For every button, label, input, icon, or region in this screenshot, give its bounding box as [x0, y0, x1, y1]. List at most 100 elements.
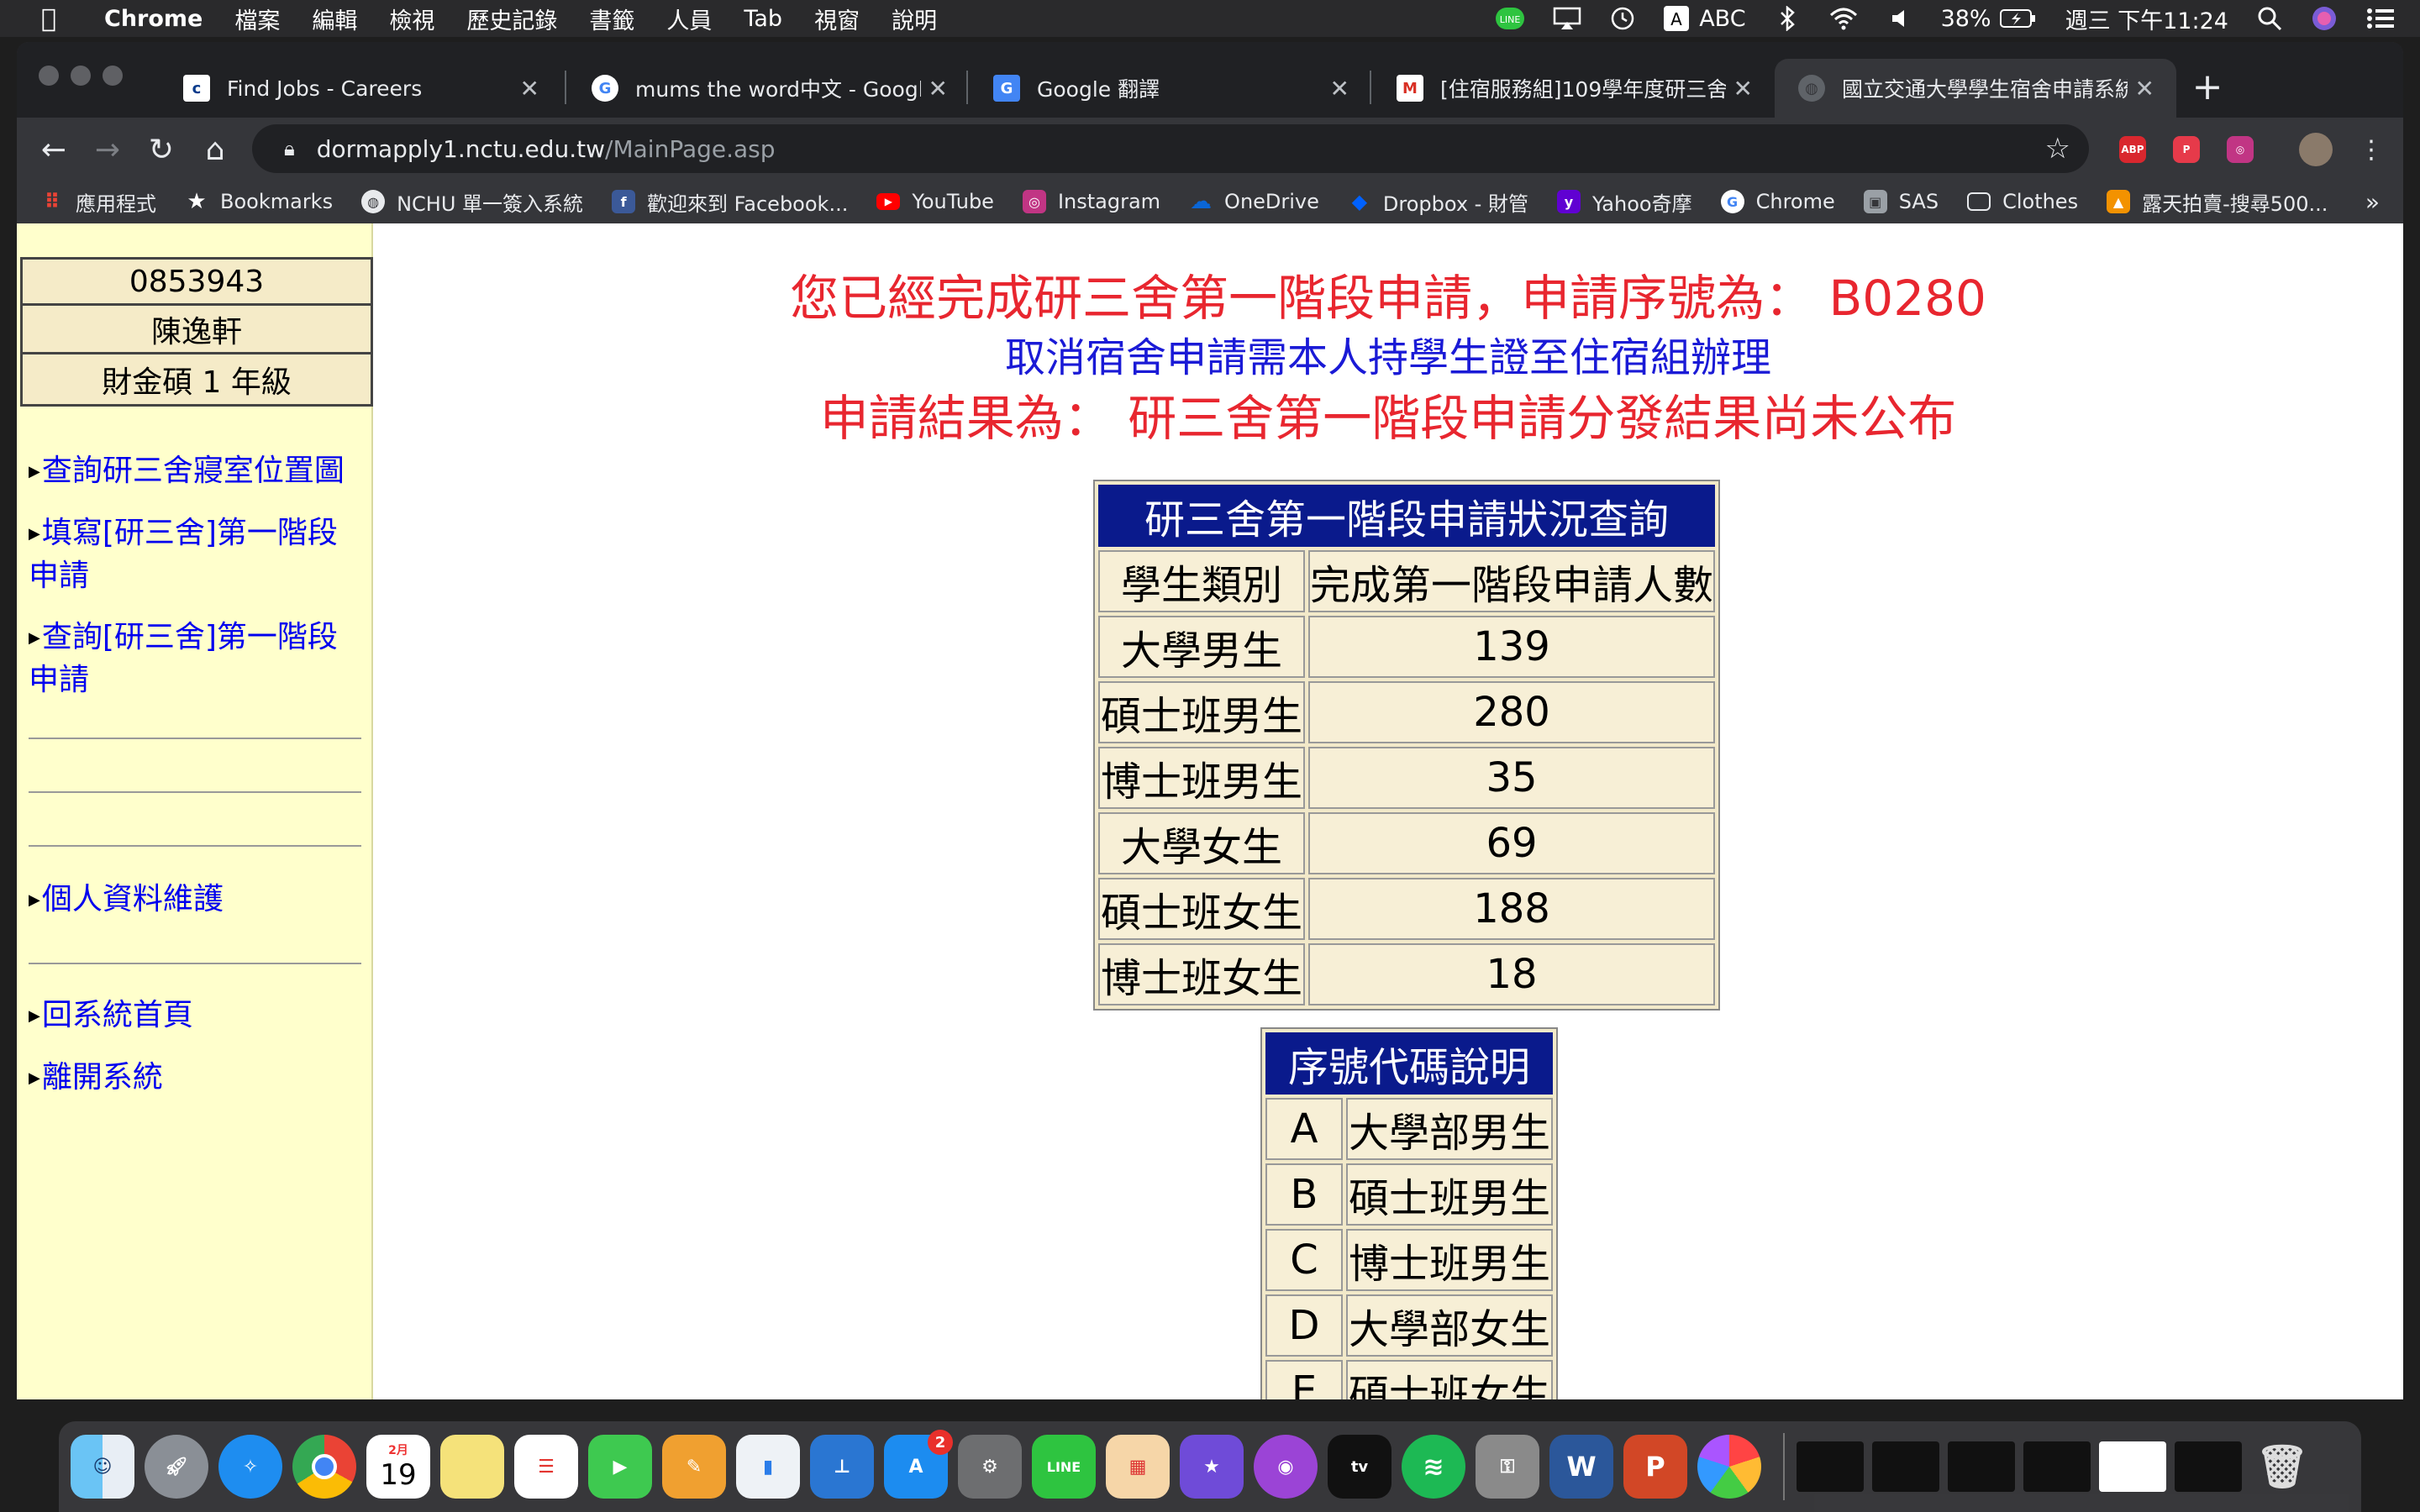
- window-minimize-button[interactable]: [71, 66, 91, 86]
- word-icon[interactable]: W: [1549, 1435, 1613, 1499]
- airplay-icon[interactable]: [1553, 6, 1581, 31]
- line-app-icon[interactable]: LINE: [1032, 1435, 1096, 1499]
- chrome-menu-icon[interactable]: ⋮: [2351, 129, 2391, 170]
- tab-close-icon[interactable]: ✕: [1733, 75, 1753, 102]
- adblock-plus-icon[interactable]: ABP: [2119, 136, 2146, 163]
- bookmark-dropbox[interactable]: ◆ Dropbox - 財管: [1348, 187, 1528, 217]
- link-logout[interactable]: ▶離開系統: [29, 1057, 363, 1100]
- tab-close-icon[interactable]: ✕: [929, 75, 948, 102]
- home-button[interactable]: ⌂: [195, 129, 235, 170]
- tab-google-translate[interactable]: G Google 翻譯 ✕: [970, 59, 1371, 118]
- link-query-application[interactable]: ▶查詢[研三舍]第一階段申請: [29, 617, 363, 701]
- menu-people[interactable]: 人員: [666, 3, 712, 35]
- notification-center-icon[interactable]: [2366, 6, 2395, 31]
- launchpad-rocket-icon[interactable]: 🚀︎: [145, 1435, 208, 1499]
- trash-icon[interactable]: 🗑︎: [2250, 1435, 2314, 1499]
- bluetooth-icon[interactable]: [1775, 6, 1800, 31]
- tab-google-search[interactable]: G mums the word中文 - Google 搜 ✕: [568, 59, 970, 118]
- facetime-icon[interactable]: ▶: [588, 1435, 652, 1499]
- tab-close-icon[interactable]: ✕: [520, 75, 539, 102]
- bookmark-instagram[interactable]: ◎ Instagram: [1022, 190, 1160, 213]
- bookmark-sas[interactable]: ▣ SAS: [1863, 190, 1939, 213]
- bookmark-star-icon[interactable]: ☆: [2045, 132, 2070, 165]
- menu-edit[interactable]: 編輯: [312, 3, 357, 35]
- table-title: 研三舍第一階段申請狀況查詢: [1098, 485, 1715, 547]
- menu-bookmarks[interactable]: 書籤: [589, 3, 634, 35]
- line-status-icon[interactable]: LINE: [1496, 6, 1525, 31]
- link-personal-data[interactable]: ▶個人資料維護: [29, 879, 363, 921]
- menu-history[interactable]: 歷史記錄: [466, 3, 557, 35]
- reload-button[interactable]: ↻: [141, 129, 182, 170]
- tab-find-jobs[interactable]: c Find Jobs - Careers ✕: [160, 59, 561, 118]
- minimized-window-thumbnail[interactable]: [1872, 1441, 1939, 1492]
- menu-window[interactable]: 視窗: [814, 3, 860, 35]
- time-machine-icon[interactable]: [1610, 6, 1635, 31]
- chrome-app-icon[interactable]: [292, 1435, 356, 1499]
- reminders-icon[interactable]: ☰: [514, 1435, 578, 1499]
- keynote-icon[interactable]: ⊥: [810, 1435, 874, 1499]
- tab-dorm-system[interactable]: ◍ 國立交通大學學生宿舍申請系統 ✕: [1775, 59, 2176, 118]
- input-method-icon[interactable]: A: [1664, 6, 1690, 31]
- spotify-icon[interactable]: ≋: [1402, 1435, 1465, 1499]
- menu-view[interactable]: 檢視: [389, 3, 434, 35]
- bookmark-youtube[interactable]: ▶ YouTube: [876, 190, 994, 213]
- window-zoom-button[interactable]: [103, 66, 123, 86]
- minimized-window-thumbnail[interactable]: [2023, 1441, 2091, 1492]
- link-fill-application[interactable]: ▶填寫[研三舍]第一階段申請: [29, 512, 363, 597]
- bookmarks-overflow-button[interactable]: »: [2365, 188, 2380, 216]
- instagram-ext-icon[interactable]: ◎: [2227, 136, 2254, 163]
- apple-menu-icon[interactable]: : [30, 4, 67, 34]
- system-preferences-gear-icon[interactable]: ⚙: [958, 1435, 1022, 1499]
- bookmark-bookmarks[interactable]: ★ Bookmarks: [185, 189, 333, 214]
- keychain-icon[interactable]: ⚿: [1476, 1435, 1539, 1499]
- siri-icon[interactable]: [2311, 6, 2338, 31]
- minimized-window-thumbnail[interactable]: [2175, 1441, 2242, 1492]
- popcorn-time-icon[interactable]: ▦: [1106, 1435, 1170, 1499]
- spotlight-search-icon[interactable]: [2257, 6, 2282, 31]
- new-tab-button[interactable]: +: [2186, 66, 2228, 108]
- safari-compass-icon[interactable]: ✧: [218, 1435, 282, 1499]
- tab-close-icon[interactable]: ✕: [2135, 75, 2154, 102]
- menu-help[interactable]: 說明: [892, 3, 937, 35]
- notes-icon[interactable]: [440, 1435, 504, 1499]
- menu-tab[interactable]: Tab: [744, 6, 782, 32]
- bookmark-onedrive[interactable]: ☁ OneDrive: [1189, 189, 1319, 214]
- bookmark-nchu[interactable]: ◍ NCHU 單一簽入系統: [361, 187, 583, 217]
- minimized-window-thumbnail[interactable]: [1948, 1441, 2015, 1492]
- back-button[interactable]: ←: [34, 129, 74, 170]
- wifi-icon[interactable]: [1828, 6, 1859, 31]
- menu-clock[interactable]: 週三 下午11:24: [2065, 3, 2228, 35]
- menu-file[interactable]: 檔案: [234, 3, 280, 35]
- address-bar[interactable]: 🔒︎ dormapply1.nctu.edu.tw/MainPage.asp ☆: [252, 124, 2089, 173]
- bookmark-clothes[interactable]: Clothes: [1967, 190, 2078, 213]
- window-close-button[interactable]: [39, 66, 59, 86]
- profile-avatar[interactable]: [2299, 133, 2333, 166]
- pages-icon[interactable]: ✎: [662, 1435, 726, 1499]
- calendar-icon[interactable]: 2月 19: [366, 1435, 430, 1499]
- apple-tv-icon[interactable]: tv: [1328, 1435, 1392, 1499]
- imovie-star-icon[interactable]: ★: [1180, 1435, 1244, 1499]
- forward-button[interactable]: →: [87, 129, 128, 170]
- numbers-chart-icon[interactable]: ▮: [736, 1435, 800, 1499]
- bookmark-chrome[interactable]: G Chrome: [1720, 190, 1835, 213]
- link-system-home[interactable]: ▶回系統首頁: [29, 995, 363, 1037]
- tab-close-icon[interactable]: ✕: [1330, 75, 1349, 102]
- finder-icon[interactable]: ☺: [71, 1435, 134, 1499]
- lock-icon[interactable]: 🔒︎: [284, 137, 295, 160]
- menu-app-name[interactable]: Chrome: [104, 6, 203, 32]
- podcasts-icon[interactable]: ◉: [1254, 1435, 1318, 1499]
- bookmark-facebook[interactable]: f 歡迎來到 Facebook...: [612, 187, 848, 217]
- tab-gmail[interactable]: M [住宿服務組]109學年度研三舍宿 ✕: [1373, 59, 1775, 118]
- bookmark-yahoo[interactable]: y Yahoo奇摩: [1556, 187, 1692, 217]
- bookmark-ruten[interactable]: ▲ 露天拍賣-搜尋500...: [2107, 187, 2328, 217]
- powerpoint-icon[interactable]: P: [1623, 1435, 1687, 1499]
- bookmark-apps[interactable]: ⠿ 應用程式: [40, 187, 156, 217]
- minimized-window-thumbnail[interactable]: [2099, 1441, 2166, 1492]
- app-store-icon[interactable]: A2: [884, 1430, 953, 1499]
- photos-icon[interactable]: [1697, 1435, 1761, 1499]
- link-room-location-map[interactable]: ▶查詢研三舍寢室位置圖: [29, 450, 363, 493]
- pocket-icon[interactable]: P: [2173, 136, 2200, 163]
- battery-charging-icon[interactable]: [1999, 6, 2037, 31]
- minimized-window-thumbnail[interactable]: [1797, 1441, 1864, 1492]
- volume-icon[interactable]: [1887, 6, 1912, 31]
